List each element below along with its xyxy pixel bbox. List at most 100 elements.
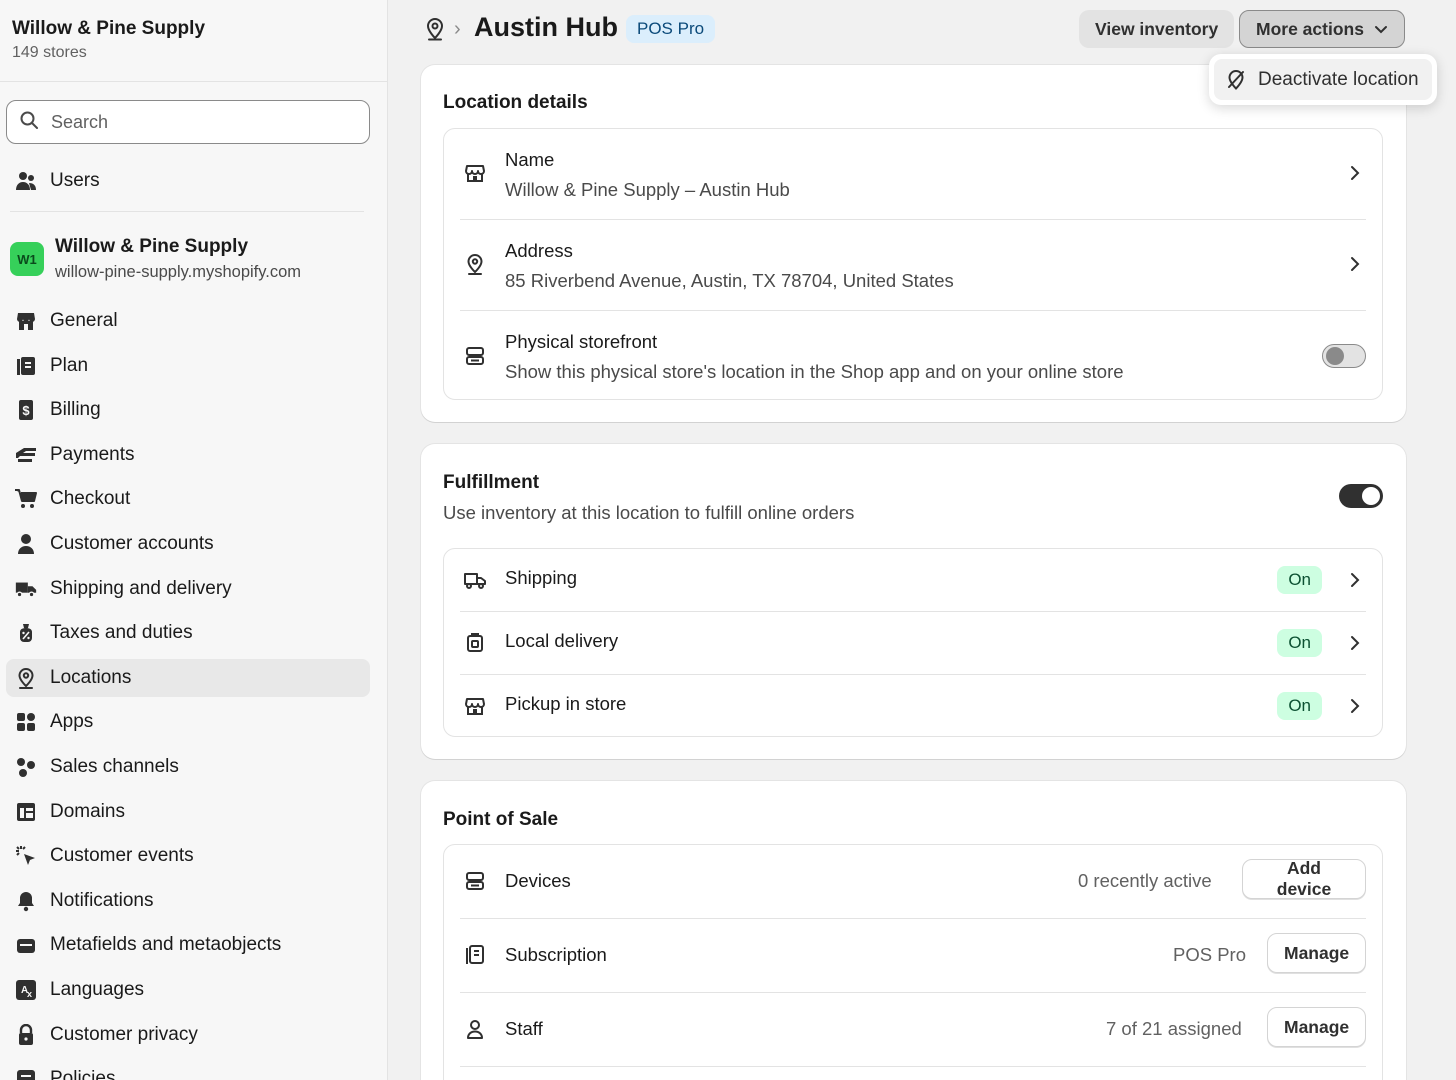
sidebar-item-users[interactable]: Users — [6, 162, 370, 200]
store-icon — [462, 160, 488, 186]
address-row[interactable]: Address 85 Riverbend Avenue, Austin, TX … — [460, 220, 1366, 310]
local-delivery-label: Local delivery — [505, 630, 619, 651]
chevron-right-icon — [1350, 572, 1360, 593]
domains-icon — [14, 800, 38, 824]
users-icon — [14, 169, 38, 193]
billing-icon: $ — [14, 398, 38, 422]
channels-icon — [14, 755, 38, 779]
store-icon — [462, 693, 488, 719]
pos-badge: POS Pro — [626, 15, 716, 43]
pickup-in-store-row[interactable]: Pickup in store On — [460, 675, 1366, 737]
store-header[interactable]: Willow & Pine Supply 149 stores — [0, 0, 387, 82]
devices-row: Devices 0 recently active Add device — [460, 845, 1366, 918]
fulfillment-description: Use inventory at this location to fulfil… — [443, 502, 855, 523]
person-icon — [462, 1016, 488, 1042]
search-input[interactable] — [51, 101, 369, 143]
store-name: Willow & Pine Supply — [12, 18, 206, 39]
apps-icon — [14, 710, 38, 734]
sidebar-item-policies[interactable]: Policies — [6, 1060, 370, 1080]
policies-icon — [14, 1067, 38, 1080]
shop-switcher[interactable]: W1 Willow & Pine Supply willow-pine-supp… — [10, 236, 301, 282]
pos-device-icon — [462, 343, 488, 369]
pickup-label: Pickup in store — [505, 693, 627, 714]
location-details-card: Location details Name Willow & Pine Supp… — [421, 65, 1406, 422]
address-label: Address — [505, 240, 573, 261]
status-badge: On — [1277, 629, 1322, 657]
point-of-sale-card: Point of Sale Devices 0 recently active … — [421, 781, 1406, 1080]
sidebar-item-shipping-and-delivery[interactable]: Shipping and delivery — [6, 570, 370, 608]
location-pin-icon[interactable] — [424, 17, 446, 46]
sidebar-item-checkout[interactable]: Checkout — [6, 480, 370, 518]
sidebar-item-notifications[interactable]: Notifications — [6, 882, 370, 920]
physical-storefront-row: Physical storefront Show this physical s… — [460, 311, 1366, 401]
translate-icon: Ax — [14, 978, 38, 1002]
sidebar-item-customer-accounts[interactable]: Customer accounts — [6, 525, 370, 563]
chevron-down-icon — [1374, 19, 1388, 40]
toggle-knob — [1362, 487, 1380, 505]
sidebar-item-label: Sales channels — [50, 756, 179, 777]
add-device-button[interactable]: Add device — [1242, 858, 1366, 899]
sidebar-item-label: Plan — [50, 355, 89, 376]
sidebar-item-customer-privacy[interactable]: Customer privacy — [6, 1016, 370, 1054]
sidebar-item-plan[interactable]: Plan — [6, 347, 370, 385]
pos-list: Devices 0 recently active Add device Sub… — [443, 844, 1383, 1080]
staff-label: Staff — [505, 1018, 543, 1039]
sidebar-item-label: Policies — [50, 1068, 116, 1080]
storefront-label: Physical storefront — [505, 331, 658, 352]
more-actions-label: More actions — [1256, 18, 1364, 39]
sidebar-item-metafields-and-metaobjects[interactable]: Metafields and metaobjects — [6, 926, 370, 964]
view-inventory-button[interactable]: View inventory — [1079, 10, 1235, 48]
store-count: 149 stores — [12, 44, 87, 61]
location-details-list: Name Willow & Pine Supply – Austin Hub A… — [443, 128, 1383, 400]
sidebar-item-sales-channels[interactable]: Sales channels — [6, 748, 370, 786]
search-field[interactable] — [6, 100, 370, 144]
sidebar-item-general[interactable]: General — [6, 302, 370, 340]
shipping-row[interactable]: Shipping On — [460, 549, 1366, 611]
sidebar-item-locations[interactable]: Locations — [6, 659, 370, 697]
location-pin-icon — [14, 666, 38, 690]
chevron-right-icon — [1350, 698, 1360, 719]
card-title: Location details — [443, 92, 588, 113]
location-pin-icon — [462, 251, 488, 277]
local-delivery-row[interactable]: Local delivery On — [460, 612, 1366, 674]
sidebar-item-label: Notifications — [50, 890, 154, 911]
location-off-icon — [1226, 69, 1246, 91]
more-actions-button[interactable]: More actions — [1239, 10, 1405, 48]
sidebar-item-domains[interactable]: Domains — [6, 793, 370, 831]
sidebar-item-label: Metafields and metaobjects — [50, 934, 282, 955]
sidebar-item-customer-events[interactable]: Customer events — [6, 837, 370, 875]
fulfillment-list: Shipping On Local delivery On Pickup in … — [443, 548, 1383, 737]
staff-value: 7 of 21 assigned — [1106, 1018, 1242, 1039]
sidebar-item-label: Billing — [50, 399, 101, 420]
manage-staff-button[interactable]: Manage — [1267, 1007, 1367, 1047]
toggle-knob — [1326, 347, 1344, 365]
sidebar-item-label: Users — [50, 170, 100, 191]
divider — [10, 211, 364, 212]
person-icon — [14, 532, 38, 556]
fulfillment-toggle[interactable] — [1339, 484, 1383, 508]
manage-subscription-button[interactable]: Manage — [1267, 933, 1367, 973]
sidebar-item-languages[interactable]: Ax Languages — [6, 971, 370, 1009]
devices-status: 0 recently active — [1078, 870, 1212, 891]
name-row[interactable]: Name Willow & Pine Supply – Austin Hub — [460, 129, 1366, 219]
sidebar-item-label: General — [50, 310, 118, 331]
sidebar-item-payments[interactable]: Payments — [6, 436, 370, 474]
name-label: Name — [505, 149, 555, 170]
breadcrumb-chevron-icon: › — [454, 18, 461, 40]
deactivate-location-item[interactable]: Deactivate location — [1214, 59, 1432, 100]
sidebar-item-apps[interactable]: Apps — [6, 703, 370, 741]
card-title: Point of Sale — [443, 809, 559, 830]
row-divider — [460, 1066, 1366, 1067]
cursor-click-icon — [14, 844, 38, 868]
sidebar-item-label: Customer accounts — [50, 533, 214, 554]
sidebar-item-taxes-and-duties[interactable]: Taxes and duties — [6, 614, 370, 652]
plan-icon — [14, 354, 38, 378]
sidebar-item-label: Apps — [50, 711, 94, 732]
storefront-toggle[interactable] — [1322, 344, 1366, 368]
truck-icon — [14, 577, 38, 601]
sidebar-item-billing[interactable]: $ Billing — [6, 391, 370, 429]
shop-avatar: W1 — [10, 242, 44, 276]
sidebar-item-label: Payments — [50, 444, 135, 465]
shipping-label: Shipping — [505, 567, 578, 588]
address-value: 85 Riverbend Avenue, Austin, TX 78704, U… — [505, 270, 954, 291]
